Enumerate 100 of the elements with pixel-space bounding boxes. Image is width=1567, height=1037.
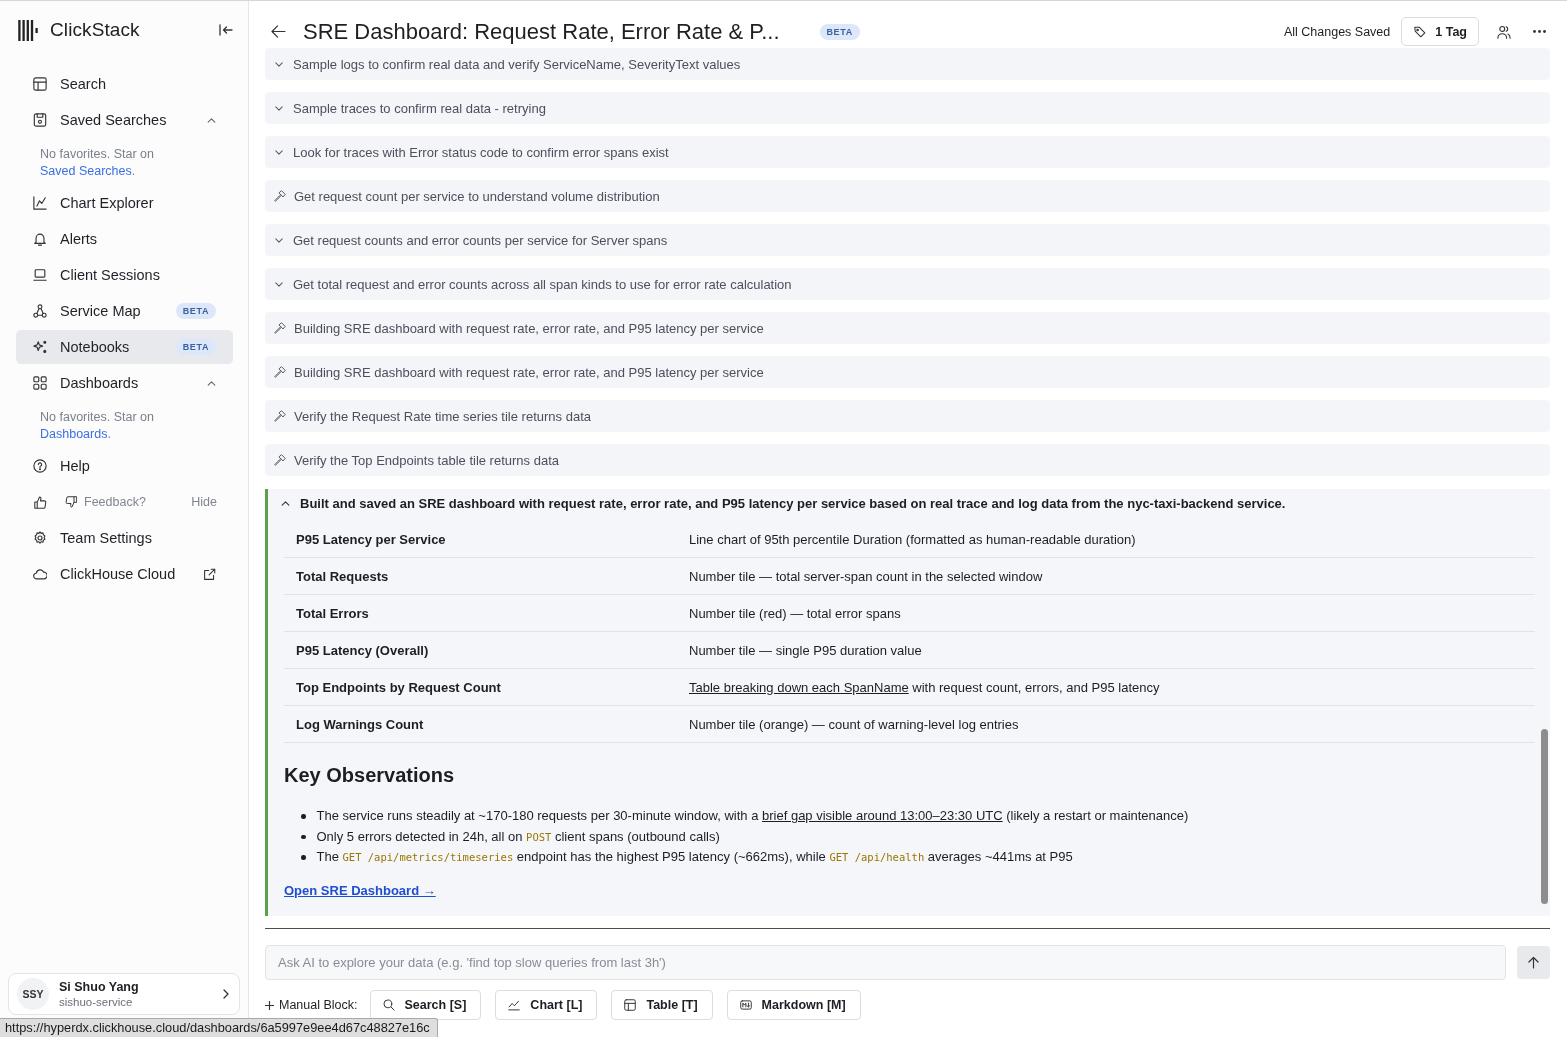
nav-item[interactable]: Service Map BETA — [16, 294, 233, 328]
hammer-icon — [274, 190, 286, 202]
users-icon[interactable] — [1497, 24, 1511, 39]
hammer-icon — [274, 322, 286, 334]
bullet-icon — [301, 814, 306, 819]
table-cell-text: Line chart of 95th percentile Duration (formatted as human-readable duration) — [688, 531, 1136, 547]
chevron-down-icon — [275, 149, 283, 155]
beta-badge: BETA — [819, 23, 860, 40]
step-item[interactable]: Look for traces with Error status code to confirm error spans exist — [265, 136, 1550, 168]
step-item[interactable]: Get total request and error counts across all span kinds to use for error rate calculation — [265, 268, 1550, 300]
nav-item[interactable]: Help — [16, 449, 233, 483]
nav-item[interactable]: ClickHouse Cloud — [16, 557, 233, 591]
user-name: Si Shuo Yang — [59, 979, 140, 995]
step-item[interactable]: Verify the Top Endpoints table tile returns data — [265, 444, 1550, 476]
nav-item[interactable]: Dashboards — [16, 366, 233, 400]
bullet-text: The service runs steadily at ~170-180 requests per 30-minute window, with a brief gap visible around 13:00–23:30 UTC (likely a restart or maintenance) — [316, 807, 1189, 825]
table-cell-text: P95 Latency (Overall) — [295, 642, 430, 658]
caret-up-icon[interactable] — [207, 380, 216, 386]
nav-item[interactable]: Alerts — [16, 222, 233, 256]
hammer-icon — [274, 454, 286, 466]
bullet-text: Only 5 errors detected in 24h, all on POST client spans (outbound calls) — [316, 827, 720, 846]
table-cell-text: Number tile — single P95 duration value — [688, 642, 922, 658]
section-heading: Key Observations — [284, 763, 456, 788]
step-item[interactable]: Verify the Request Rate time series tile returns data — [265, 400, 1550, 432]
markdown-icon — [739, 999, 752, 1011]
nav-item[interactable]: Client Sessions — [16, 258, 233, 292]
page-title: SRE Dashboard: Request Rate, Error Rate & P... — [303, 18, 780, 45]
cloud-icon — [33, 567, 47, 581]
chevron-right-icon — [223, 989, 229, 999]
table-cell-text: Number tile (orange) — count of warning-level log entries — [688, 716, 1019, 732]
note-link[interactable]: Saved Searches — [40, 164, 132, 178]
table-cell-text: P95 Latency per Service — [295, 531, 447, 547]
table-cell-text: Number tile (red) — total error spans — [688, 605, 901, 621]
manual-block-label: Manual Block: — [279, 998, 358, 1012]
status-url: https://hyperdx.clickhouse.cloud/dashboards/6a5997e9ee4d67c48827e16c — [0, 1018, 438, 1037]
add-block-button[interactable]: Chart [L] — [495, 990, 598, 1020]
user-subtitle: sishuo-service — [59, 994, 134, 1009]
tag-button[interactable]: 1 Tag — [1401, 17, 1479, 46]
table-cell-text: Total Errors — [295, 605, 370, 621]
caret-up-icon[interactable] — [207, 117, 216, 123]
caret-up-icon[interactable] — [281, 500, 290, 506]
line-chart-icon — [508, 999, 521, 1011]
add-block-button[interactable]: Search [S] — [369, 990, 482, 1020]
bullet-icon — [301, 834, 306, 839]
thumbs-up-icon[interactable] — [34, 495, 47, 509]
ai-prompt-input[interactable]: Ask AI to explore your data (e.g. 'find top slow queries from last 3h') — [265, 945, 1506, 980]
plus-icon — [265, 1000, 274, 1010]
chevron-down-icon — [275, 61, 283, 67]
summary-title: Built and saved an SRE dashboard with request rate, error rate, and P95 latency per service based on real trace and log data from the nyc-taxi-backend service. — [300, 495, 1286, 511]
beta-badge: BETA — [175, 303, 216, 319]
user-avatar: SSY — [17, 978, 49, 1010]
add-block-button[interactable]: Table [T] — [611, 990, 713, 1020]
table-cell-text: Total Requests — [295, 568, 390, 584]
scrollbar[interactable] — [1541, 729, 1548, 904]
table-cell-text: Table breaking down each SpanName with request count, errors, and P95 latency — [688, 679, 1160, 695]
help-icon — [33, 459, 47, 473]
nav-item[interactable]: Saved Searches — [16, 103, 233, 137]
nodes-icon — [33, 304, 47, 318]
bullet-icon — [301, 855, 306, 860]
add-block-button[interactable]: Markdown [M] — [726, 990, 861, 1020]
hide-button[interactable]: Hide — [191, 495, 217, 509]
open-dashboard-link[interactable]: Open SRE Dashboard → — [284, 880, 436, 901]
step-item[interactable]: Building SRE dashboard with request rate, error rate, and P95 latency per service — [265, 312, 1550, 344]
step-item[interactable]: Sample logs to confirm real data and verify ServiceName, SeverityText values — [265, 48, 1550, 80]
arrow-left-icon[interactable] — [271, 25, 286, 38]
hammer-icon — [274, 366, 286, 378]
table-cell-text: Number tile — total server-span count in the selected window — [688, 568, 1043, 584]
nav-item[interactable]: Chart Explorer — [16, 186, 233, 220]
step-item[interactable]: Get request counts and error counts per service for Server spans — [265, 224, 1550, 256]
nav-item[interactable]: Search — [16, 67, 233, 101]
chart-icon — [33, 196, 47, 210]
save-status: All Changes Saved — [1283, 24, 1391, 39]
beta-badge: BETA — [175, 339, 216, 355]
step-item[interactable]: Sample traces to confirm real data - retrying — [265, 92, 1550, 124]
bell-icon — [33, 232, 47, 246]
table-icon — [624, 999, 637, 1011]
inline-link[interactable]: brief gap visible around 13:00–23:30 UTC — [762, 808, 1003, 823]
more-icon[interactable] — [1533, 30, 1546, 33]
laptop-icon — [33, 268, 47, 282]
thumbs-down-icon — [65, 496, 77, 508]
favorites-note: No favorites. Star on Dashboards. — [39, 409, 155, 443]
external-link-icon[interactable] — [203, 567, 216, 581]
nav-item[interactable]: Team Settings — [16, 521, 233, 555]
grid-icon — [33, 376, 47, 390]
table-icon — [33, 77, 47, 91]
bullet-text: The GET /api/metrics/timeseries endpoint has the highest P95 latency (~662ms), while GET /api/health averages ~441ms at P95 — [316, 848, 1073, 866]
feedback-button[interactable]: Feedback? — [65, 495, 192, 509]
sparkle-icon — [33, 340, 47, 354]
user-menu[interactable]: SSY Si Shuo Yang sishuo-service — [8, 973, 240, 1015]
table-link[interactable]: Table breaking down each SpanName — [689, 679, 909, 695]
chevron-down-icon — [275, 281, 283, 287]
table-cell-text: Top Endpoints by Request Count — [295, 679, 502, 695]
collapse-icon[interactable] — [219, 24, 233, 36]
search-icon — [382, 999, 395, 1011]
logo-icon — [18, 19, 38, 41]
nav-item[interactable]: Notebooks BETA — [16, 330, 233, 364]
tag-icon — [1414, 25, 1427, 38]
chevron-down-icon — [275, 105, 283, 111]
step-item[interactable]: Get request count per service to understand volume distribution — [265, 180, 1550, 212]
step-item[interactable]: Building SRE dashboard with request rate, error rate, and P95 latency per service — [265, 356, 1550, 388]
